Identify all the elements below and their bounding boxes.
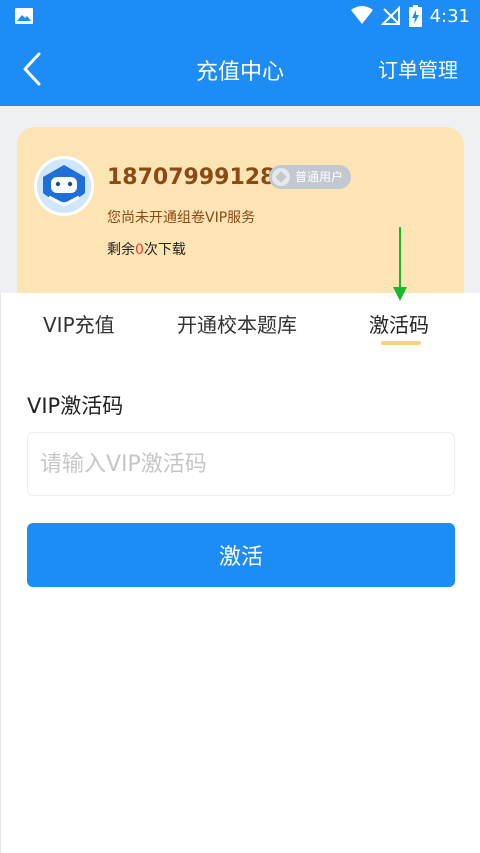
tab-vip-recharge[interactable]: VIP充值	[43, 309, 115, 338]
activate-button[interactable]: 激活	[27, 523, 455, 587]
user-level-badge: 普通用户	[269, 165, 352, 189]
vip-status-text: 您尚未开通组卷VIP服务	[107, 210, 256, 226]
remain-prefix: 剩余	[107, 242, 135, 258]
annotation-arrow-icon	[393, 227, 407, 301]
activation-code-label: VIP激活码	[27, 394, 124, 418]
tab-activation-code[interactable]: 激活码	[369, 309, 429, 338]
wifi-icon	[350, 6, 373, 24]
image-notification-icon	[15, 8, 33, 24]
no-signal-icon	[380, 6, 400, 25]
battery-charging-icon	[408, 5, 422, 27]
badge-label: 普通用户	[295, 170, 344, 184]
remaining-downloads: 剩余0次下载	[107, 239, 186, 259]
avatar	[34, 156, 94, 216]
diamond-icon	[272, 168, 290, 186]
user-phone: 18707999128	[107, 165, 276, 190]
status-bar: 4:31	[0, 0, 480, 32]
app-bar: 充值中心 订单管理	[0, 32, 480, 106]
status-time: 4:31	[429, 5, 470, 27]
active-tab-indicator	[381, 341, 421, 345]
remain-count: 0	[135, 242, 144, 258]
remain-suffix: 次下载	[143, 242, 186, 258]
tab-school-question-bank[interactable]: 开通校本题库	[177, 309, 297, 338]
main-content: VIP充值 开通校本题库 激活码 VIP激活码 激活	[0, 293, 480, 853]
order-management-link[interactable]: 订单管理	[378, 54, 458, 83]
activation-code-input[interactable]	[27, 432, 455, 496]
